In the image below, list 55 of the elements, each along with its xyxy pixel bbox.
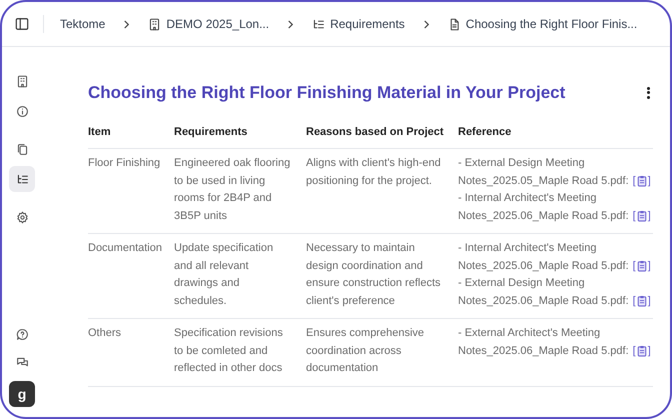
reference-link[interactable]: [ ] (632, 342, 651, 360)
table-cell-text: Notes_2025.06_Maple Road 5.pdf: (458, 344, 629, 358)
table-cell: Floor Finishing (88, 148, 174, 234)
table-cell: Engineered oak flooring to be used in living rooms for 2B4P and 3B5P units (174, 148, 306, 234)
clipboard-icon (636, 295, 647, 308)
chevron-icon (422, 20, 430, 28)
clipboard-icon (636, 345, 647, 358)
table-cell-text: - Internal Architect's Meeting (458, 191, 598, 206)
column-header: Reference (458, 124, 653, 148)
column-header: Item (88, 124, 174, 148)
table-cell-text: Notes_2025.06_Maple Road 5.pdf: (458, 258, 629, 274)
chat-icon (16, 356, 28, 368)
copy-icon (16, 142, 28, 156)
clipboard-icon (636, 210, 647, 222)
list-icon (16, 172, 28, 186)
clipboard-icon (636, 260, 647, 272)
page-title: Choosing the Right Floor Finishing Material in Your Project (88, 82, 566, 104)
reference-link[interactable]: [ ] (632, 258, 651, 275)
table-cell-text: - External Design Meeting (458, 276, 586, 291)
table-cell-text: Notes_2025.06_Maple Road 5.pdf: (458, 208, 629, 224)
table-cell-text: - External Architect's Meeting (458, 326, 602, 341)
table-cell: Aligns with client's high-end positioning for the project. (306, 148, 458, 234)
table-cell: Specification revisions to be comleted and reflected in other docs (174, 318, 306, 386)
table-cell: Ensures comprehensive coordination across documentation (306, 318, 458, 386)
table-cell-text: Notes_2025.05_Maple Road 5.pdf: (458, 174, 629, 188)
user-avatar[interactable]: g (9, 381, 35, 407)
breadcrumb-link[interactable]: Choosing the Right Floor Finis... (448, 15, 638, 33)
reference-link[interactable]: [ ] (632, 208, 651, 225)
chevron-icon (287, 20, 294, 28)
table-cell: Update specification and all relevant drawings and schedules. (174, 234, 306, 318)
breadcrumb-link[interactable]: Tektome (60, 15, 106, 33)
table-cell: Others (88, 318, 174, 386)
table-cell: Documentation (88, 234, 174, 318)
help-icon (16, 328, 28, 340)
table-cell-text: - Internal Architect's Meeting (458, 241, 598, 256)
breadcrumb-link[interactable]: Requirements (312, 15, 405, 33)
table-cell: Necessary to maintain design coordination and ensure construction reflects client's preference (306, 234, 458, 318)
info-icon (16, 104, 28, 118)
settings-icon (16, 210, 28, 224)
chevron-icon (123, 20, 130, 28)
breadcrumb-link[interactable]: DEMO 2025_Lon... (148, 15, 270, 33)
table-cell-text: - External Design Meeting (458, 156, 586, 171)
column-header: Reasons based on Project (306, 124, 458, 148)
reference-link[interactable]: [ ] (632, 172, 651, 190)
more-icon[interactable] (647, 86, 651, 99)
clipboard-icon (636, 175, 647, 188)
sidebar-toggle-icon[interactable] (15, 17, 29, 31)
document-icon (448, 18, 461, 30)
reference-link[interactable]: [ ] (632, 292, 651, 310)
list-icon (312, 18, 326, 30)
building-icon (148, 18, 162, 30)
building-icon (16, 74, 28, 88)
column-header: Requirements (174, 124, 306, 148)
sidebar-button[interactable] (9, 166, 35, 192)
table-cell-text: Notes_2025.06_Maple Road 5.pdf: (458, 294, 629, 308)
